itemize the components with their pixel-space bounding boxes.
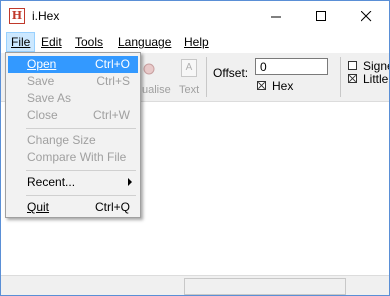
text-label: Text [179,84,200,96]
minimize-icon [271,16,281,18]
menu-item-recent[interactable]: Recent... [8,174,138,191]
minimize-button[interactable] [254,1,299,32]
title-bar[interactable]: H i.Hex [1,1,389,32]
file-menu-dropdown: Open Ctrl+O Save Ctrl+S Save As Close Ct… [5,52,141,218]
offset-input[interactable] [255,58,328,75]
menu-item-close-shortcut: Ctrl+W [93,108,130,122]
menu-separator [26,128,136,129]
menu-help-label: Help [184,35,209,49]
menu-item-compare[interactable]: Compare With File [8,149,138,166]
menu-item-quit-shortcut: Ctrl+Q [94,200,130,214]
menu-edit-label: Edit [41,35,62,49]
signed-checkbox[interactable] [348,61,357,70]
menu-item-open-label: Open [27,57,57,71]
text-icon: A [181,59,197,77]
visualise-icon [143,63,155,75]
menu-item-open-shortcut: Ctrl+O [94,57,130,71]
signed-checkbox-label: Signe [363,59,389,73]
menu-bar: File Edit Tools Language Help [1,32,389,53]
menu-item-save-label: Save [27,74,55,88]
window-title: i.Hex [32,9,60,23]
menu-file-label: File [11,35,31,49]
menu-item-change-size-label: Change Size [27,133,96,147]
menu-separator [26,195,136,196]
maximize-icon [316,11,326,21]
menu-item-open[interactable]: Open Ctrl+O [8,56,138,73]
menu-tools[interactable]: Tools [71,32,107,52]
menu-item-change-size[interactable]: Change Size [8,132,138,149]
menu-item-close-label: Close [27,108,58,122]
hex-checkbox[interactable] [257,81,266,90]
menu-language[interactable]: Language [114,32,175,52]
little-endian-checkbox-label: Little [363,72,389,86]
menu-help[interactable]: Help [180,32,213,52]
little-endian-checkbox[interactable] [348,74,357,83]
menu-item-save-as-label: Save As [27,91,72,105]
menu-item-recent-label: Recent... [27,175,76,189]
maximize-button[interactable] [299,1,344,32]
text-button[interactable]: A Text [176,56,204,98]
menu-item-quit-label: Quit [27,200,50,214]
menu-item-save-as[interactable]: Save As [8,90,138,107]
menu-separator [26,170,136,171]
menu-item-save[interactable]: Save Ctrl+S [8,73,138,90]
menu-item-close[interactable]: Close Ctrl+W [8,107,138,124]
close-icon [361,11,372,22]
status-pane [184,278,346,295]
app-logo-icon: H [9,8,25,24]
menu-item-compare-label: Compare With File [27,150,127,164]
offset-label: Offset: [213,66,249,80]
menu-language-label: Language [118,35,172,49]
visualise-button[interactable]: ualise [139,56,171,98]
hex-checkbox-label: Hex [272,79,294,93]
menu-file[interactable]: File [6,32,36,52]
menu-item-save-shortcut: Ctrl+S [96,74,130,88]
toolbar-divider [206,57,207,97]
toolbar-divider [340,57,341,97]
menu-tools-label: Tools [75,35,104,49]
menu-edit[interactable]: Edit [37,32,66,52]
close-button[interactable] [344,1,389,32]
status-bar [1,275,389,295]
menu-item-quit[interactable]: Quit Ctrl+Q [8,199,138,216]
submenu-arrow-icon [128,178,132,186]
